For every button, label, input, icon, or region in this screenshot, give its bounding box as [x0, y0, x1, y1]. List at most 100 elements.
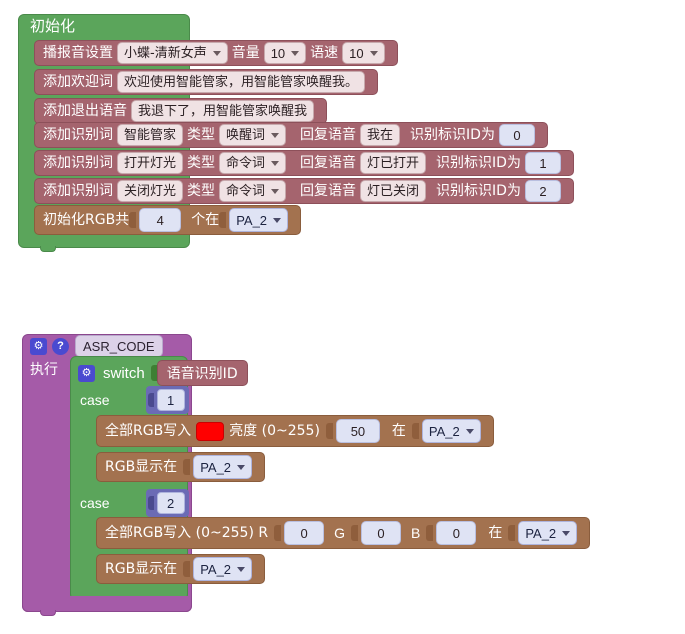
block-voice-setting[interactable]: 播报音设置 小蝶-清新女声 音量 10 语速 10 [34, 40, 398, 66]
value-socket-notch [274, 525, 282, 541]
keyword-2-id-input[interactable]: 2 [524, 180, 561, 202]
keyword-1-id-label: 识别标识ID为 [436, 155, 521, 171]
chevron-down-icon [562, 530, 571, 536]
value-socket-notch [183, 561, 191, 577]
keyword-0-reply-value: 我在 [367, 127, 394, 143]
keyword-1-type-value: 命令词 [226, 155, 266, 171]
brightness-input[interactable]: 50 [335, 419, 380, 443]
rgb-write-rgb-2-at-label: 在 [488, 525, 503, 541]
keyword-2-type-dropdown[interactable]: 命令词 [219, 180, 287, 202]
block-keyword-2[interactable]: 添加识别词 关闭灯光 类型 命令词 回复语音 灯已关闭 识别标识ID为 2 [34, 178, 574, 204]
voice-timbre-value: 小蝶-清新女声 [124, 45, 207, 61]
voice-setting-label: 播报音设置 [43, 45, 113, 61]
keyword-1-word-value: 打开灯光 [124, 155, 177, 171]
chevron-down-icon [271, 188, 280, 194]
init-hat-label: 初始化 [30, 18, 75, 34]
case-1-value-socket[interactable]: 1 [145, 386, 189, 414]
brightness-label: 亮度 (0~255) [229, 423, 320, 439]
asr-code-title[interactable]: ASR_CODE [75, 335, 163, 357]
exit-voice-input[interactable]: 我退下了，用智能管家唤醒我 [131, 100, 315, 122]
keyword-0-id-label: 识别标识ID为 [410, 127, 495, 143]
block-rgb-show-1[interactable]: RGB显示在 PA_2 [96, 452, 266, 482]
keyword-1-type-dropdown[interactable]: 命令词 [219, 152, 287, 174]
chevron-down-icon [271, 132, 280, 138]
value-socket-notch [508, 525, 516, 541]
keyword-0-type-label: 类型 [187, 127, 216, 143]
asr-exec-label: 执行 [30, 361, 58, 377]
block-rgb-write-rgb-2[interactable]: 全部RGB写入 (0~255) R 0 G 0 B 0 在 PA_2 [96, 517, 591, 549]
welcome-word-input[interactable]: 欢迎使用智能管家，用智能管家唤醒我。 [117, 71, 366, 93]
rgb-write-rgb-2-pin-dropdown[interactable]: PA_2 [518, 521, 578, 545]
block-rgb-show-2[interactable]: RGB显示在 PA_2 [96, 554, 266, 584]
rgb-init-pin-dropdown[interactable]: PA_2 [229, 208, 289, 232]
keyword-2-id-value: 2 [539, 183, 547, 199]
keyword-0-word-value: 智能管家 [124, 127, 177, 143]
case-1-label: case [80, 392, 110, 408]
chevron-down-icon [369, 50, 378, 56]
voice-timbre-dropdown[interactable]: 小蝶-清新女声 [117, 42, 228, 64]
keyword-2-reply-label: 回复语音 [300, 183, 357, 199]
chevron-down-icon [291, 50, 300, 56]
asr-code-header: ⚙ ? ASR_CODE [22, 334, 192, 358]
case-1-row: case 1 [80, 386, 189, 414]
chevron-down-icon [273, 217, 282, 223]
keyword-0-id-input[interactable]: 0 [498, 124, 535, 146]
speed-dropdown[interactable]: 10 [342, 42, 385, 64]
volume-label: 音量 [231, 45, 260, 61]
case-1-value[interactable]: 1 [156, 389, 185, 411]
rgb-b-input[interactable]: 0 [436, 521, 477, 545]
keyword-1-word-input[interactable]: 打开灯光 [117, 152, 184, 174]
case-2-label: case [80, 495, 110, 511]
block-welcome-word[interactable]: 添加欢迎词 欢迎使用智能管家，用智能管家唤醒我。 [34, 69, 379, 95]
help-icon[interactable]: ? [52, 337, 69, 355]
speed-value: 10 [349, 45, 364, 61]
chevron-down-icon [237, 566, 246, 572]
gear-icon[interactable]: ⚙ [78, 364, 95, 382]
rgb-show-1-pin-value: PA_2 [200, 459, 232, 475]
block-rgb-init[interactable]: 初始化RGB共 4 个在 PA_2 [34, 205, 302, 235]
welcome-word-label: 添加欢迎词 [43, 74, 113, 90]
exit-voice-value: 我退下了，用智能管家唤醒我 [138, 103, 308, 119]
block-rgb-write-color-1[interactable]: 全部RGB写入 亮度 (0~255) 50 在 PA_2 [96, 415, 494, 447]
keyword-0-type-dropdown[interactable]: 唤醒词 [219, 124, 287, 146]
value-socket-notch [350, 525, 358, 541]
exit-voice-label: 添加退出语音 [43, 103, 127, 119]
keyword-1-id-input[interactable]: 1 [524, 152, 561, 174]
value-socket-notch [183, 459, 191, 475]
rgb-g-input[interactable]: 0 [360, 521, 401, 545]
rgb-r-input[interactable]: 0 [284, 521, 325, 545]
rgb-show-1-label: RGB显示在 [105, 459, 178, 475]
keyword-0-reply-input[interactable]: 我在 [360, 124, 401, 146]
keyword-1-type-label: 类型 [187, 155, 216, 171]
rgb-write-color-1-pin-dropdown[interactable]: PA_2 [421, 419, 481, 443]
keyword-2-word-value: 关闭灯光 [124, 183, 177, 199]
rgb-b-value: 0 [452, 525, 460, 541]
chevron-down-icon [465, 428, 474, 434]
gear-icon[interactable]: ⚙ [30, 337, 47, 355]
brightness-value: 50 [350, 423, 366, 439]
rgb-show-2-pin-dropdown[interactable]: PA_2 [193, 557, 253, 581]
rgb-show-1-pin-dropdown[interactable]: PA_2 [193, 455, 253, 479]
block-exit-voice[interactable]: 添加退出语音 我退下了，用智能管家唤醒我 [34, 98, 328, 124]
case-2-value[interactable]: 2 [156, 492, 185, 514]
keyword-1-reply-input[interactable]: 灯已打开 [360, 152, 427, 174]
block-keyword-1[interactable]: 添加识别词 打开灯光 类型 命令词 回复语音 灯已打开 识别标识ID为 1 [34, 150, 574, 176]
rgb-write-color-1-pin-value: PA_2 [428, 423, 460, 439]
keyword-1-reply-value: 灯已打开 [367, 155, 420, 171]
volume-dropdown[interactable]: 10 [263, 42, 307, 64]
rgb-write-rgb-2-label: 全部RGB写入 (0~255) R [105, 525, 269, 541]
keyword-0-word-input[interactable]: 智能管家 [117, 124, 184, 146]
value-socket-notch [426, 525, 434, 541]
block-keyword-0[interactable]: 添加识别词 智能管家 类型 唤醒词 回复语音 我在 识别标识ID为 0 [34, 122, 548, 148]
keyword-1-id-value: 1 [539, 155, 547, 171]
keyword-2-word-input[interactable]: 关闭灯光 [117, 180, 184, 202]
rgb-count-input[interactable]: 4 [139, 208, 182, 232]
color-swatch[interactable] [196, 421, 225, 441]
switch-variable-block[interactable]: 语音识别ID [156, 360, 248, 386]
rgb-count-value: 4 [156, 212, 164, 228]
value-socket-notch [325, 423, 333, 439]
case-2-value-socket[interactable]: 2 [145, 489, 189, 517]
keyword-2-id-label: 识别标识ID为 [436, 183, 521, 199]
keyword-2-reply-input[interactable]: 灯已关闭 [360, 180, 427, 202]
value-socket-notch [147, 393, 154, 407]
